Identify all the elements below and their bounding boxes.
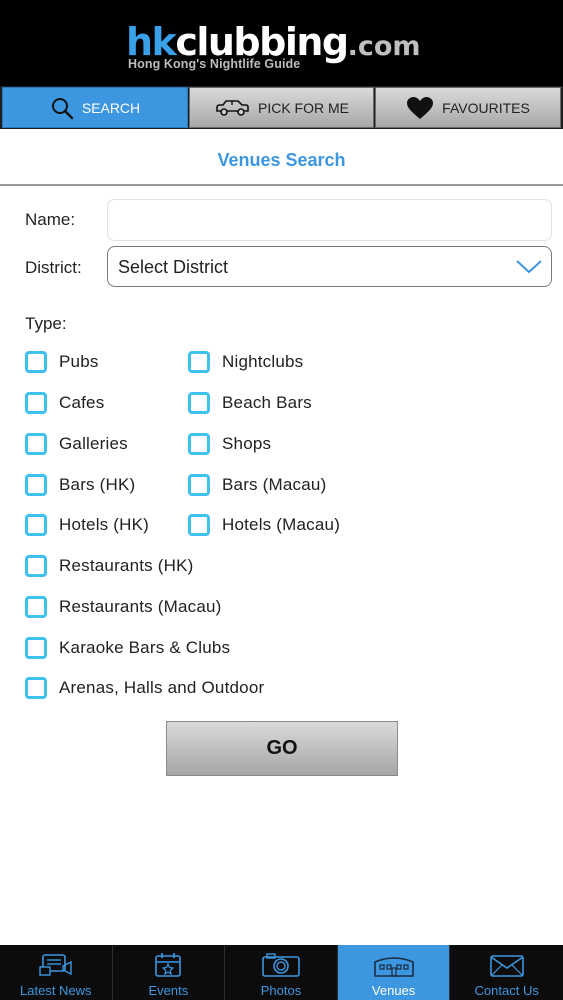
type-label: Type:: [25, 314, 67, 333]
type-option-nightclubs[interactable]: Nightclubs: [188, 351, 303, 373]
logo-tagline: Hong Kong's Nightlife Guide: [128, 57, 301, 71]
heart-icon: [406, 96, 434, 120]
type-option-label: Nightclubs: [222, 352, 304, 371]
checkbox[interactable]: [25, 433, 47, 455]
calendar-icon: [153, 951, 183, 979]
type-option-label: Shops: [222, 434, 272, 453]
type-option-label: Bars (HK): [59, 475, 136, 494]
type-option-label: Beach Bars: [222, 393, 312, 412]
tab-search-label: SEARCH: [81, 99, 141, 116]
title-divider: [0, 184, 563, 186]
type-option-label: Restaurants (HK): [59, 556, 194, 575]
checkbox[interactable]: [188, 351, 210, 373]
hkclubbing-logo: hkclubbing.com Hong Kong's Nightlife Gui…: [126, 22, 446, 78]
type-option-restaurants-macau[interactable]: Restaurants (Macau): [25, 596, 222, 618]
name-label: Name:: [25, 210, 76, 229]
type-option-label: Cafes: [59, 393, 105, 412]
nav-venues[interactable]: Venues: [337, 945, 451, 1000]
logo-com-text: .com: [347, 31, 421, 62]
type-option-label: Karaoke Bars & Clubs: [59, 638, 231, 657]
checkbox[interactable]: [25, 351, 47, 373]
tab-favourites-label: FAVOURITES: [442, 99, 530, 116]
search-icon: [50, 96, 74, 120]
chevron-down-icon: [515, 256, 543, 281]
tab-favourites[interactable]: FAVOURITES: [375, 87, 561, 128]
type-option-cafes[interactable]: Cafes: [25, 392, 104, 414]
district-label: District:: [25, 258, 82, 277]
car-icon: [214, 98, 250, 118]
bottom-nav: Latest News Events Photos Venues Contact…: [0, 945, 563, 1000]
checkbox[interactable]: [25, 677, 47, 699]
checkbox[interactable]: [188, 433, 210, 455]
type-option-label: Pubs: [59, 352, 99, 371]
mail-icon: [489, 951, 525, 979]
top-tab-bar: SEARCH PICK FOR ME FAVOURITES: [0, 86, 563, 129]
type-option-label: Arenas, Halls and Outdoor: [59, 678, 265, 697]
camera-icon: [261, 951, 301, 979]
nav-label: Contact Us: [474, 983, 539, 998]
type-option-bars-macau[interactable]: Bars (Macau): [188, 474, 326, 496]
type-option-label: Bars (Macau): [222, 475, 327, 494]
checkbox[interactable]: [25, 474, 47, 496]
type-option-arenas[interactable]: Arenas, Halls and Outdoor: [25, 677, 264, 699]
page-title: Venues Search: [217, 150, 346, 170]
nav-contact-us[interactable]: Contact Us: [450, 945, 563, 1000]
type-option-beach-bars[interactable]: Beach Bars: [188, 392, 312, 414]
type-option-label: Hotels (Macau): [222, 515, 341, 534]
nav-label: Events: [148, 983, 189, 998]
nav-photos[interactable]: Photos: [225, 945, 338, 1000]
checkbox[interactable]: [25, 392, 47, 414]
tab-search[interactable]: SEARCH: [2, 87, 188, 128]
checkbox[interactable]: [25, 514, 47, 536]
app-header: hkclubbing.com Hong Kong's Nightlife Gui…: [0, 0, 563, 86]
district-select[interactable]: Select District: [107, 246, 552, 287]
checkbox[interactable]: [188, 474, 210, 496]
type-option-hotels-hk[interactable]: Hotels (HK): [25, 514, 149, 536]
type-option-bars-hk[interactable]: Bars (HK): [25, 474, 135, 496]
type-option-label: Galleries: [59, 434, 128, 453]
type-option-restaurants-hk[interactable]: Restaurants (HK): [25, 555, 194, 577]
nav-label: Venues: [371, 983, 416, 998]
nav-latest-news[interactable]: Latest News: [0, 945, 113, 1000]
type-option-label: Restaurants (Macau): [59, 597, 222, 616]
type-option-pubs[interactable]: Pubs: [25, 351, 99, 373]
checkbox[interactable]: [188, 392, 210, 414]
nav-label: Latest News: [20, 983, 92, 998]
type-option-label: Hotels (HK): [59, 515, 150, 534]
tab-pick-for-me[interactable]: PICK FOR ME: [189, 87, 374, 128]
district-select-value: Select District: [118, 257, 229, 277]
nav-label: Photos: [260, 983, 302, 998]
checkbox[interactable]: [25, 596, 47, 618]
go-button[interactable]: GO: [166, 721, 398, 776]
building-icon: [372, 951, 416, 979]
checkbox[interactable]: [188, 514, 210, 536]
name-input[interactable]: [107, 199, 552, 241]
type-option-hotels-macau[interactable]: Hotels (Macau): [188, 514, 340, 536]
type-option-galleries[interactable]: Galleries: [25, 433, 128, 455]
checkbox[interactable]: [25, 637, 47, 659]
checkbox[interactable]: [25, 555, 47, 577]
type-option-shops[interactable]: Shops: [188, 433, 271, 455]
type-option-karaoke[interactable]: Karaoke Bars & Clubs: [25, 637, 230, 659]
news-icon: [38, 951, 74, 979]
nav-events[interactable]: Events: [113, 945, 226, 1000]
tab-pick-for-me-label: PICK FOR ME: [257, 99, 349, 116]
